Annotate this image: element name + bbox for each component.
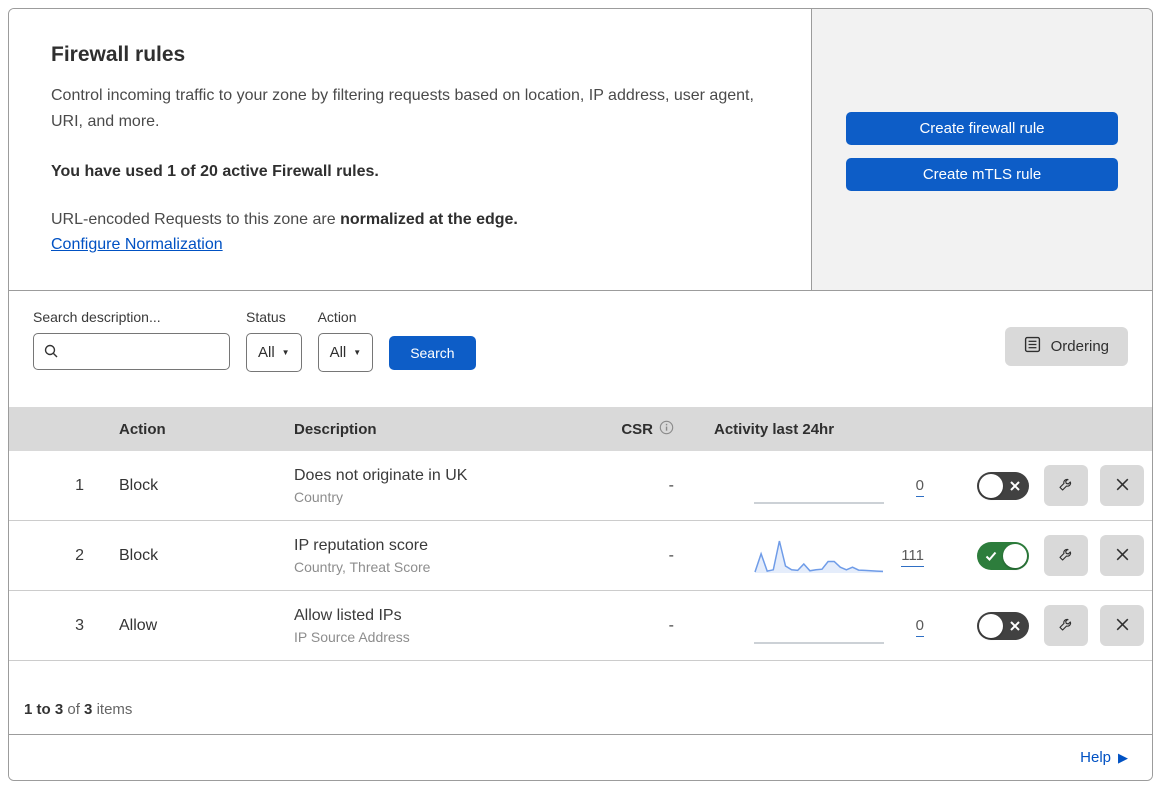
column-activity: Activity last 24hr: [714, 420, 835, 438]
search-icon: [43, 343, 59, 359]
table-header: Action Description CSR Activity last 24h…: [9, 407, 1152, 451]
wrench-icon: [1057, 545, 1075, 566]
help-arrow-icon: ▶: [1118, 749, 1128, 765]
close-icon: [1114, 546, 1131, 566]
quick-actions-panel: Create firewall rule Create mTLS rule: [811, 9, 1152, 290]
activity-count-link[interactable]: 0: [915, 476, 924, 497]
x-icon: [1010, 620, 1020, 631]
rule-description: Does not originate in UK Country: [294, 467, 594, 505]
search-input[interactable]: [33, 333, 230, 370]
rule-description: IP reputation score Country, Threat Scor…: [294, 537, 594, 575]
rule-priority: 3: [75, 616, 84, 634]
close-icon: [1114, 616, 1131, 636]
rule-action: Block: [119, 546, 159, 564]
header-section: Firewall rules Control incoming traffic …: [9, 9, 1152, 291]
chevron-down-icon: ▼: [353, 347, 362, 357]
edit-rule-button[interactable]: [1044, 465, 1088, 506]
activity-count-link[interactable]: 0: [915, 616, 924, 637]
firewall-rules-card: Firewall rules Control incoming traffic …: [8, 8, 1153, 781]
chevron-down-icon: ▼: [281, 347, 290, 357]
x-icon: [1010, 480, 1020, 491]
rule-csr-value: -: [668, 616, 674, 634]
delete-rule-button[interactable]: [1100, 605, 1144, 646]
status-dropdown[interactable]: All ▼: [246, 333, 302, 372]
delete-rule-button[interactable]: [1100, 465, 1144, 506]
action-label: Action: [317, 309, 357, 325]
activity-count-link[interactable]: 111: [901, 546, 924, 567]
rule-criteria: Country: [294, 488, 344, 505]
edit-rule-button[interactable]: [1044, 535, 1088, 576]
rule-enabled-toggle[interactable]: [977, 611, 1029, 640]
rule-csr-value: -: [668, 476, 674, 494]
close-icon: [1114, 476, 1131, 496]
create-firewall-rule-button[interactable]: Create firewall rule: [846, 112, 1118, 145]
activity-sparkline: [714, 535, 884, 577]
help-link[interactable]: Help ▶: [1080, 749, 1128, 766]
activity-sparkline: [714, 605, 884, 647]
column-description: Description: [294, 420, 377, 438]
search-button[interactable]: Search: [389, 336, 476, 370]
table-row: 1 Block Does not originate in UK Country…: [9, 451, 1152, 521]
rule-csr-value: -: [668, 546, 674, 564]
toggle-knob: [979, 473, 1003, 498]
search-group: Search description...: [33, 309, 230, 407]
usage-text: You have used 1 of 20 active Firewall ru…: [51, 163, 379, 180]
activity-sparkline: [714, 465, 884, 507]
page-description: Control incoming traffic to your zone by…: [51, 87, 754, 130]
status-filter-group: Status All ▼: [246, 309, 302, 407]
rule-action: Allow: [119, 616, 158, 634]
help-bar: Help ▶: [9, 735, 1152, 780]
normalization-text: URL-encoded Requests to this zone are no…: [51, 211, 518, 228]
pagination-summary: 1 to 3 of 3 items: [9, 661, 1152, 735]
filter-bar: Search description... Status All ▼ Actio…: [9, 291, 1152, 407]
table-row: 3 Allow Allow listed IPs IP Source Addre…: [9, 591, 1152, 661]
rule-criteria: IP Source Address: [294, 628, 410, 645]
page-title: Firewall rules: [51, 43, 186, 66]
table-row: 2 Block IP reputation score Country, Thr…: [9, 521, 1152, 591]
rule-description: Allow listed IPs IP Source Address: [294, 607, 594, 645]
ordering-button[interactable]: Ordering: [1004, 327, 1128, 366]
toggle-knob: [979, 613, 1003, 638]
rule-enabled-toggle[interactable]: [977, 541, 1029, 570]
create-mtls-rule-button[interactable]: Create mTLS rule: [846, 158, 1118, 191]
ordering-icon: [1024, 336, 1041, 357]
rule-priority: 1: [75, 476, 84, 494]
toggle-knob: [1003, 543, 1027, 568]
action-filter-group: Action All ▼: [317, 309, 374, 407]
edit-rule-button[interactable]: [1044, 605, 1088, 646]
status-label: Status: [246, 309, 286, 325]
delete-rule-button[interactable]: [1100, 535, 1144, 576]
rule-criteria: Country, Threat Score: [294, 558, 431, 575]
search-label: Search description...: [33, 309, 161, 325]
configure-normalization-link[interactable]: Configure Normalization: [51, 236, 223, 253]
column-csr: CSR: [621, 420, 653, 438]
action-dropdown[interactable]: All ▼: [317, 333, 374, 372]
wrench-icon: [1057, 615, 1075, 636]
header-panel: Firewall rules Control incoming traffic …: [9, 9, 811, 290]
rule-enabled-toggle[interactable]: [977, 471, 1029, 500]
info-icon[interactable]: [659, 420, 674, 439]
column-action: Action: [119, 420, 166, 438]
rule-priority: 2: [75, 546, 84, 564]
wrench-icon: [1057, 475, 1075, 496]
check-icon: [985, 551, 997, 561]
rule-action: Block: [119, 476, 159, 494]
